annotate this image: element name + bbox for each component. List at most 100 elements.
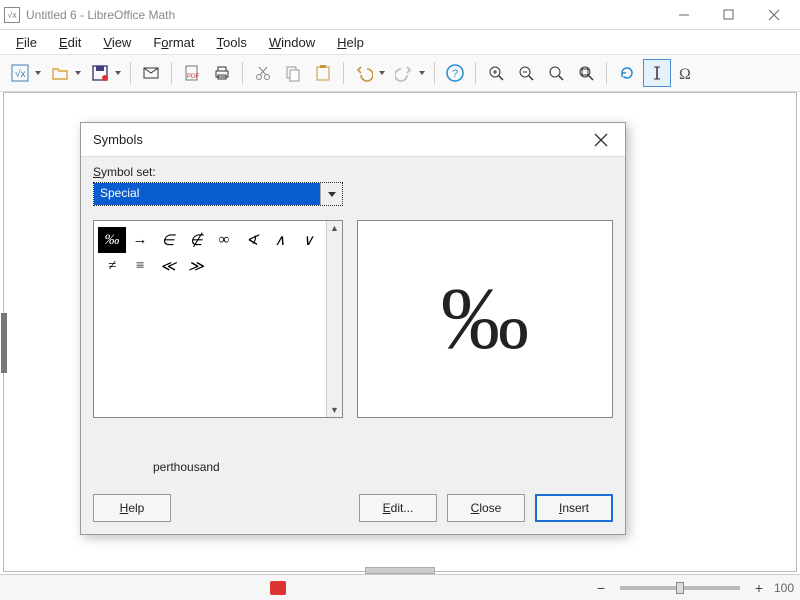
window-maximize-button[interactable] xyxy=(706,0,751,30)
zoom-slider[interactable] xyxy=(620,586,740,590)
paste-icon xyxy=(314,64,332,82)
symbol-identical[interactable]: ≡ xyxy=(126,253,154,279)
close-icon xyxy=(768,9,780,21)
maximize-icon xyxy=(723,9,734,20)
edit-button[interactable]: Edit... xyxy=(359,494,437,522)
zoom-out-status-button[interactable]: − xyxy=(594,580,608,596)
symbol-set-value: Special xyxy=(94,183,320,205)
window-minimize-button[interactable] xyxy=(661,0,706,30)
zoom-in-button[interactable] xyxy=(482,59,510,87)
toolbar-separator xyxy=(343,62,344,84)
formula-cursor-button[interactable] xyxy=(643,59,671,87)
pdf-icon: PDF xyxy=(183,64,201,82)
svg-text:PDF: PDF xyxy=(187,74,199,80)
menu-help[interactable]: Help xyxy=(327,32,374,53)
symbol-tendto[interactable]: → xyxy=(126,227,154,253)
mail-button[interactable] xyxy=(137,59,165,87)
svg-text:?: ? xyxy=(452,68,458,80)
folder-open-icon xyxy=(51,64,69,82)
refresh-icon xyxy=(618,64,636,82)
copy-icon xyxy=(284,64,302,82)
undo-button[interactable] xyxy=(350,59,388,87)
help-icon: ? xyxy=(445,63,465,83)
standard-toolbar: √x PDF ? xyxy=(0,54,800,92)
zoom-fit-button[interactable] xyxy=(572,59,600,87)
window-close-button[interactable] xyxy=(751,0,796,30)
undo-icon xyxy=(355,64,373,82)
toolbar-separator xyxy=(434,62,435,84)
toolbar-separator xyxy=(606,62,607,84)
svg-text:Ω: Ω xyxy=(679,66,691,82)
symbol-grid-scrollbar[interactable]: ▲ ▼ xyxy=(326,221,342,417)
menu-format[interactable]: Format xyxy=(143,32,204,53)
status-modified-icon[interactable] xyxy=(270,581,286,595)
symbol-notequal[interactable]: ≠ xyxy=(98,253,126,279)
dialog-close-button[interactable] xyxy=(589,128,613,152)
print-button[interactable] xyxy=(208,59,236,87)
refresh-button[interactable] xyxy=(613,59,641,87)
window-titlebar: √x Untitled 6 - LibreOffice Math xyxy=(0,0,800,30)
menu-window[interactable]: Window xyxy=(259,32,325,53)
sidebar-handle[interactable] xyxy=(1,313,7,373)
symbol-preview: ‰ xyxy=(357,220,613,418)
close-button[interactable]: Close xyxy=(447,494,525,522)
paste-button[interactable] xyxy=(309,59,337,87)
zoom-100-button[interactable] xyxy=(542,59,570,87)
close-icon xyxy=(594,133,608,147)
help-button[interactable]: Help xyxy=(93,494,171,522)
symbol-infinite[interactable]: ∞ xyxy=(210,227,238,253)
save-button[interactable] xyxy=(86,59,124,87)
menu-edit[interactable]: Edit xyxy=(49,32,91,53)
copy-button[interactable] xyxy=(279,59,307,87)
toolbar-separator xyxy=(171,62,172,84)
symbol-element[interactable]: ∈ xyxy=(154,227,182,253)
zoom-fit-icon xyxy=(577,64,595,82)
export-pdf-button[interactable]: PDF xyxy=(178,59,206,87)
mail-icon xyxy=(142,64,160,82)
zoom-in-icon xyxy=(487,64,505,82)
minimize-icon xyxy=(678,9,690,21)
selected-symbol-name: perthousand xyxy=(93,460,613,478)
open-button[interactable] xyxy=(46,59,84,87)
print-icon xyxy=(213,64,231,82)
zoom-in-status-button[interactable]: + xyxy=(752,580,766,596)
dialog-title-text: Symbols xyxy=(93,132,143,147)
symbol-and[interactable]: ∧ xyxy=(266,227,294,253)
toolbar-separator xyxy=(130,62,131,84)
zoom-value[interactable]: 100 xyxy=(774,581,794,595)
insert-button[interactable]: Insert xyxy=(535,494,613,522)
symbol-strictlylessthan[interactable]: ≪ xyxy=(154,253,182,279)
combo-dropdown-button[interactable] xyxy=(320,183,342,205)
symbols-button[interactable]: Ω xyxy=(673,59,701,87)
symbol-strictlygreaterthan[interactable]: ≫ xyxy=(182,253,210,279)
svg-text:√x: √x xyxy=(15,68,26,80)
symbol-angle[interactable]: ∢ xyxy=(238,227,266,253)
menu-file[interactable]: File xyxy=(6,32,47,53)
menu-tools[interactable]: Tools xyxy=(207,32,257,53)
splitter-handle[interactable] xyxy=(365,567,435,574)
redo-icon xyxy=(395,64,413,82)
symbol-set-combo[interactable]: Special xyxy=(93,182,343,206)
scroll-up-icon: ▲ xyxy=(330,221,339,235)
chevron-down-icon xyxy=(328,192,336,197)
symbol-or[interactable]: ∨ xyxy=(294,227,322,253)
formula-icon: √x xyxy=(11,64,29,82)
cut-button[interactable] xyxy=(249,59,277,87)
window-title: Untitled 6 - LibreOffice Math xyxy=(26,8,175,22)
symbols-dialog: Symbols Symbol set: Special ‰→∈∉∞∢∧∨≠≡≪≫… xyxy=(80,122,626,535)
symbol-perthousand[interactable]: ‰ xyxy=(98,227,126,253)
help-button[interactable]: ? xyxy=(441,59,469,87)
redo-button[interactable] xyxy=(390,59,428,87)
app-icon: √x xyxy=(4,7,20,23)
toolbar-separator xyxy=(475,62,476,84)
zoom-out-button[interactable] xyxy=(512,59,540,87)
dialog-titlebar: Symbols xyxy=(81,123,625,157)
zoom-out-icon xyxy=(517,64,535,82)
menu-view[interactable]: View xyxy=(93,32,141,53)
scroll-down-icon: ▼ xyxy=(330,403,339,417)
menu-bar: File Edit View Format Tools Window Help xyxy=(0,30,800,54)
symbol-set-label: Symbol set: xyxy=(93,165,613,179)
new-button[interactable]: √x xyxy=(6,59,44,87)
symbol-noelement[interactable]: ∉ xyxy=(182,227,210,253)
status-bar: − + 100 xyxy=(0,574,800,600)
